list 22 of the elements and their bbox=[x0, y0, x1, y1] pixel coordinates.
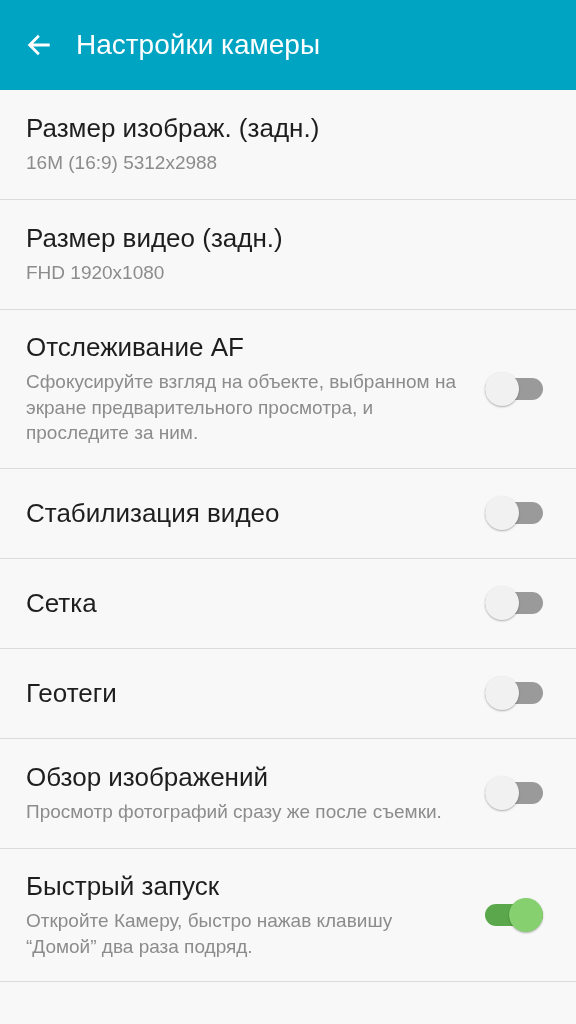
setting-description: Откройте Камеру, быстро нажав клавишу “Домой” два раза подряд. bbox=[26, 908, 394, 959]
setting-title: Быстрый запуск bbox=[26, 870, 221, 902]
setting-title: Геотеги bbox=[26, 677, 118, 709]
settings-item[interactable]: Обзор изображений Просмотр фотографий сразу же после съемки. bbox=[0, 738, 576, 849]
setting-description: Сфокусируйте взгляд на объекте, выбранном на экране предварительного просмотра, и проследите за ним. bbox=[26, 370, 456, 446]
setting-title: Обзор изображений bbox=[26, 762, 269, 794]
settings-item[interactable]: Сетка bbox=[0, 558, 576, 649]
setting-description: Просмотр фотографий сразу же после съемки. bbox=[26, 800, 443, 825]
settings-item[interactable]: Геотеги bbox=[0, 648, 576, 739]
settings-item[interactable]: Стабилизация видео bbox=[0, 468, 576, 559]
screen-title: Настройки камеры bbox=[76, 29, 321, 61]
settings-item[interactable]: Отслеживание AF Сфокусируйте взгляд на объекте, выбранном на экране предварительного просмотра, и проследите за ним. bbox=[0, 310, 576, 469]
setting-description: 16M (16:9) 5312x2988 bbox=[26, 151, 219, 176]
settings-item[interactable]: Размер изображ. (задн.) 16M (16:9) 5312x2988 bbox=[0, 90, 576, 200]
setting-title: Сетка bbox=[26, 587, 98, 619]
settings-item[interactable]: Быстрый запуск Откройте Камеру, быстро нажав клавишу “Домой” два раза подряд. bbox=[0, 848, 576, 983]
setting-title: Размер изображ. (задн.) bbox=[26, 113, 321, 145]
setting-title: Отслеживание AF bbox=[26, 332, 245, 363]
setting-title: Стабилизация видео bbox=[26, 497, 281, 529]
setting-title: Размер видео (задн.) bbox=[26, 223, 284, 255]
setting-description: FHD 1920x1080 bbox=[26, 261, 166, 286]
settings-item[interactable]: Размер видео (задн.) FHD 1920x1080 bbox=[0, 200, 576, 310]
